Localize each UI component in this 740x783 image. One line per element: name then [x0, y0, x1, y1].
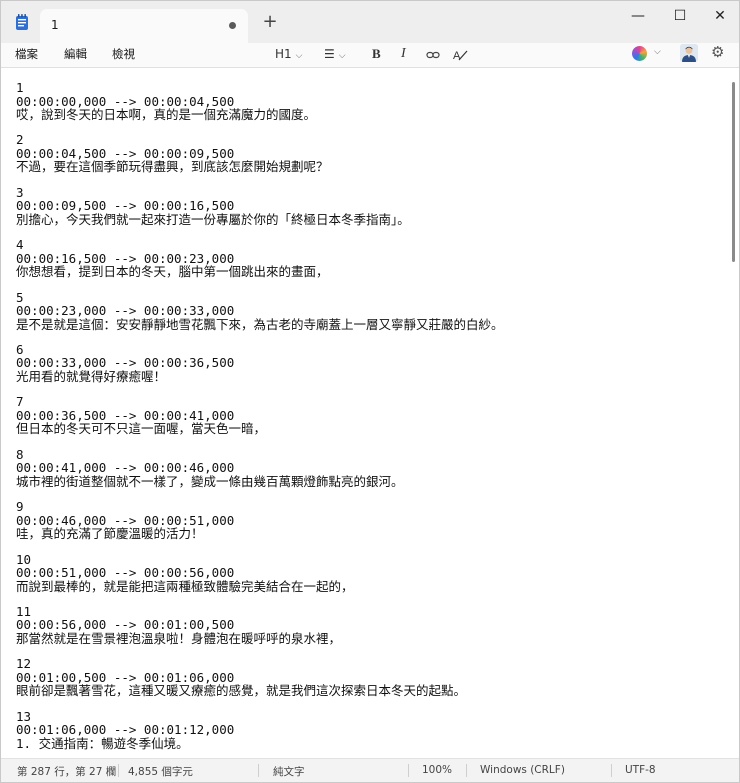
bold-button[interactable]: B	[372, 45, 381, 63]
heading-label: H1	[275, 47, 292, 61]
subtitle-index: 8	[16, 446, 24, 462]
document-tab[interactable]: 1	[40, 9, 248, 43]
subtitle-timecode: 00:00:46,000 --> 00:00:51,000	[16, 512, 235, 528]
text-format: 純文字	[273, 766, 305, 778]
title-bar: 1 + — ☐ ✕	[1, 1, 739, 43]
svg-text:A: A	[453, 50, 461, 62]
new-tab-button[interactable]: +	[260, 12, 280, 32]
subtitle-timecode: 00:00:36,500 --> 00:00:41,000	[16, 407, 235, 423]
italic-button[interactable]: I	[401, 45, 406, 63]
link-icon	[426, 51, 440, 58]
chevron-down-icon[interactable]: ⌵	[654, 47, 661, 57]
heading-dropdown[interactable]: H1 ⌵	[275, 45, 303, 63]
line-ending[interactable]: Windows (CRLF)	[480, 764, 565, 776]
subtitle-timecode: 00:00:33,000 --> 00:00:36,500	[16, 355, 235, 371]
subtitle-index: 10	[16, 551, 32, 567]
subtitle-text: 而說到最棒的，就是能把這兩種極致體驗完美結合在一起的，	[16, 578, 354, 594]
subtitle-entry: 7 00:00:36,500 --> 00:00:41,000 但日本的冬天可不只這…	[16, 395, 726, 436]
link-button[interactable]	[426, 45, 440, 63]
menu-view[interactable]: 檢視	[112, 46, 135, 62]
chevron-down-icon: ⌵	[295, 51, 303, 61]
close-button[interactable]: ✕	[705, 6, 735, 26]
status-divider	[118, 764, 119, 777]
status-divider	[408, 764, 409, 777]
subtitle-timecode: 00:00:04,500 --> 00:00:09,500	[16, 145, 235, 161]
subtitle-index: 4	[16, 237, 24, 253]
tab-title: 1	[51, 18, 59, 32]
notepad-app-icon	[16, 14, 28, 30]
subtitle-timecode: 00:00:09,500 --> 00:00:16,500	[16, 198, 235, 214]
subtitle-index: 6	[16, 341, 24, 357]
subtitle-timecode: 00:00:51,000 --> 00:00:56,000	[16, 565, 235, 581]
copilot-icon[interactable]	[632, 46, 647, 61]
menu-bar: 檔案 編輯 檢視 H1 ⌵ ☰ ⌵ B I A ⌵ ⚙	[1, 43, 739, 67]
menu-edit[interactable]: 編輯	[64, 46, 87, 62]
subtitle-entry: 8 00:00:41,000 --> 00:00:46,000 城市裡的街道整個就不…	[16, 448, 726, 489]
subtitle-text: 是不是就是這個：安安靜靜地雪花飄下來，為古老的寺廟蓋上一層又寧靜又莊嚴的白紗。	[16, 316, 504, 332]
subtitle-entry: 9 00:00:46,000 --> 00:00:51,000 哇，真的充滿了節慶溫…	[16, 500, 726, 541]
notepad-window: 1 + — ☐ ✕ 檔案 編輯 檢視 H1 ⌵ ☰ ⌵ B I A ⌵ ⚙ 1 …	[0, 0, 740, 783]
subtitle-text: 1. 交通指南：暢遊冬季仙境。	[16, 735, 189, 751]
unsaved-dot-icon[interactable]	[229, 22, 236, 29]
menu-file[interactable]: 檔案	[15, 46, 38, 62]
subtitle-entry: 10 00:00:51,000 --> 00:00:56,000 而說到最棒的，就是…	[16, 553, 726, 594]
status-divider	[466, 764, 467, 777]
subtitle-text: 不過，要在這個季節玩得盡興，到底該怎麼開始規劃呢？	[16, 159, 329, 175]
subtitle-timecode: 00:00:41,000 --> 00:00:46,000	[16, 460, 235, 476]
subtitle-index: 11	[16, 603, 32, 619]
subtitle-timecode: 00:00:16,500 --> 00:00:23,000	[16, 250, 235, 266]
clear-formatting-icon: A	[453, 50, 468, 62]
subtitle-index: 5	[16, 289, 24, 305]
chevron-down-icon: ⌵	[338, 51, 346, 61]
text-editor[interactable]: 1 00:00:00,000 --> 00:00:04,500 哎，說到冬天的日本啊…	[1, 67, 739, 758]
subtitle-entry: 4 00:00:16,500 --> 00:00:23,000 你想想看，提到日本的…	[16, 238, 726, 279]
zoom-level[interactable]: 100%	[422, 764, 452, 776]
character-count: 4,855 個字元	[128, 766, 193, 778]
status-bar: 第 287 行，第 27 欄 4,855 個字元 純文字 100% Window…	[1, 758, 739, 782]
subtitle-index: 12	[16, 656, 32, 672]
subtitle-text: 你想想看，提到日本的冬天，腦中第一個跳出來的畫面，	[16, 264, 329, 280]
subtitle-index: 13	[16, 708, 32, 724]
subtitle-entry: 1 00:00:00,000 --> 00:00:04,500 哎，說到冬天的日本啊…	[16, 81, 726, 122]
subtitle-entry: 3 00:00:09,500 --> 00:00:16,500 別擔心，今天我們就一…	[16, 186, 726, 227]
vertical-scrollbar[interactable]	[732, 82, 735, 262]
subtitle-text: 哎，說到冬天的日本啊，真的是一個充滿魔力的國度。	[16, 107, 317, 122]
subtitle-timecode: 00:00:23,000 --> 00:00:33,000	[16, 303, 235, 319]
subtitle-timecode: 00:01:06,000 --> 00:01:12,000	[16, 722, 235, 738]
avatar[interactable]	[680, 44, 698, 62]
list-icon: ☰	[324, 47, 335, 61]
subtitle-index: 2	[16, 132, 24, 148]
subtitle-index: 7	[16, 394, 24, 410]
subtitle-entry: 5 00:00:23,000 --> 00:00:33,000 是不是就是這個：安安…	[16, 291, 726, 332]
status-divider	[611, 764, 612, 777]
subtitle-text: 哇，真的充滿了節慶溫暖的活力！	[16, 526, 204, 542]
subtitle-text: 眼前卻是飄著雪花，這種又暖又療癒的感覺，就是我們這次探索日本冬天的起點。	[16, 683, 467, 699]
subtitle-text: 那當然就是在雪景裡泡溫泉啦！身體泡在暖呼呼的泉水裡，	[16, 630, 342, 646]
list-dropdown[interactable]: ☰ ⌵	[324, 45, 346, 63]
cursor-position: 第 287 行，第 27 欄	[17, 766, 117, 778]
subtitle-entry: 13 00:01:06,000 --> 00:01:12,000 1. 交通指南：暢…	[16, 710, 726, 751]
minimize-button[interactable]: —	[623, 6, 653, 26]
subtitle-index: 9	[16, 499, 24, 515]
subtitle-entry: 6 00:00:33,000 --> 00:00:36,500 光用看的就覺得好療癒…	[16, 343, 726, 384]
subtitle-text: 光用看的就覺得好療癒喔！	[16, 368, 167, 384]
subtitle-text: 別擔心，今天我們就一起來打造一份專屬於你的「終極日本冬季指南」。	[16, 211, 410, 227]
subtitle-entry: 12 00:01:00,500 --> 00:01:06,000 眼前卻是飄著雪花，…	[16, 657, 726, 698]
gear-icon[interactable]: ⚙	[711, 44, 724, 60]
subtitle-timecode: 00:00:00,000 --> 00:00:04,500	[16, 93, 235, 109]
subtitle-entry: 11 00:00:56,000 --> 00:01:00,500 那當然就是在雪景裡…	[16, 605, 726, 646]
editor-content[interactable]: 1 00:00:00,000 --> 00:00:04,500 哎，說到冬天的日本啊…	[16, 81, 726, 758]
subtitle-index: 1	[16, 80, 24, 95]
subtitle-index: 3	[16, 184, 24, 200]
subtitle-timecode: 00:00:56,000 --> 00:01:00,500	[16, 617, 235, 633]
clear-formatting-button[interactable]: A	[453, 45, 468, 63]
subtitle-timecode: 00:01:00,500 --> 00:01:06,000	[16, 669, 235, 685]
subtitle-text: 城市裡的街道整個就不一樣了，變成一條由幾百萬顆燈飾點亮的銀河。	[16, 473, 404, 489]
subtitle-entry: 2 00:00:04,500 --> 00:00:09,500 不過，要在這個季節玩…	[16, 133, 726, 174]
status-divider	[258, 764, 259, 777]
encoding[interactable]: UTF-8	[625, 764, 656, 776]
subtitle-text: 但日本的冬天可不只這一面喔，當天色一暗，	[16, 421, 267, 437]
maximize-button[interactable]: ☐	[665, 6, 695, 26]
